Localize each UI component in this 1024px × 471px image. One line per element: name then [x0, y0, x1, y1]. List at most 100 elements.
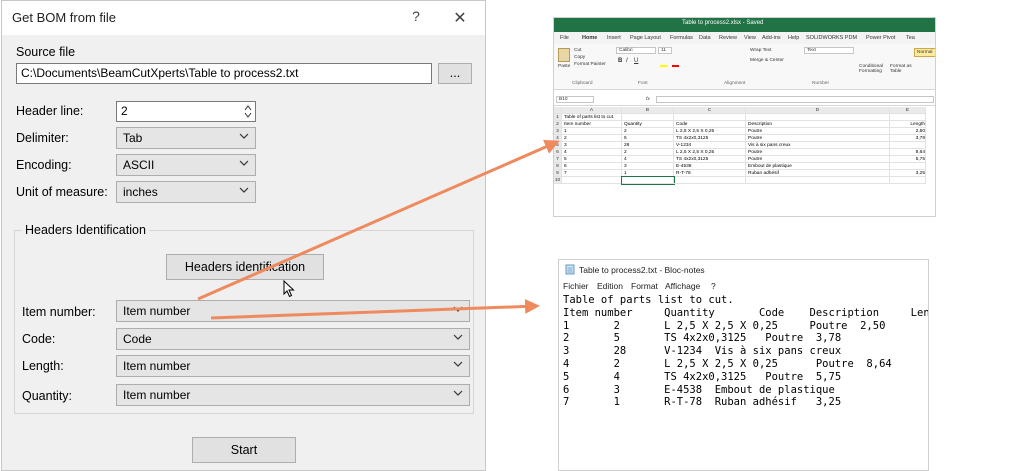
- delimiter-select[interactable]: Tab: [116, 127, 256, 149]
- format-painter-button[interactable]: Format Painter: [574, 62, 606, 67]
- grid-cell[interactable]: 5: [562, 156, 622, 163]
- column-header[interactable]: A: [562, 107, 622, 114]
- grid-cell[interactable]: 1: [562, 128, 622, 135]
- grid-cell[interactable]: 3,78: [890, 135, 926, 142]
- quantity-select[interactable]: Item number: [116, 384, 470, 406]
- grid-cell[interactable]: [890, 142, 926, 149]
- grid-cell[interactable]: 1: [622, 170, 674, 177]
- grid-cell[interactable]: 2: [562, 135, 622, 142]
- tab-home[interactable]: Home: [582, 35, 597, 41]
- grid-cell[interactable]: Item number: [562, 121, 622, 128]
- menu-format[interactable]: Format: [631, 281, 658, 291]
- length-select[interactable]: Item number: [116, 355, 470, 377]
- row-header[interactable]: 1: [554, 114, 562, 121]
- grid-cell[interactable]: 3,25: [890, 170, 926, 177]
- grid-cell[interactable]: Poutre: [746, 149, 890, 156]
- tab-solidworks-pdm[interactable]: SOLIDWORKS PDM: [806, 35, 857, 41]
- style-normal[interactable]: Normal: [914, 48, 935, 57]
- grid-cell[interactable]: [890, 114, 926, 121]
- number-format-select[interactable]: Text: [804, 47, 854, 54]
- grid-cell[interactable]: R-T-78: [674, 170, 746, 177]
- grid-cell[interactable]: Vis à six pans creux: [746, 142, 890, 149]
- tab-team[interactable]: Tea: [906, 35, 915, 41]
- header-line-stepper[interactable]: 2: [116, 101, 256, 122]
- browse-button[interactable]: ...: [438, 63, 472, 84]
- row-header[interactable]: 7: [554, 156, 562, 163]
- grid-cell[interactable]: L 2,5 X 2,5 X 0,25: [674, 149, 746, 156]
- tab-formulas[interactable]: Formulas: [670, 35, 693, 41]
- grid-cell[interactable]: 8,64: [890, 149, 926, 156]
- bold-icon[interactable]: B: [618, 58, 622, 64]
- format-as-table-button[interactable]: Format as Table: [890, 64, 912, 74]
- grid-cell[interactable]: 4: [562, 149, 622, 156]
- unit-select[interactable]: inches: [116, 181, 256, 203]
- grid-cell[interactable]: V-1234: [674, 142, 746, 149]
- grid-cell[interactable]: 2: [622, 128, 674, 135]
- merge-center-button[interactable]: Merge & Center: [750, 58, 784, 63]
- grid-cell[interactable]: Length: [890, 121, 926, 128]
- tab-data[interactable]: Data: [699, 35, 711, 41]
- tab-add-ins[interactable]: Add-ins: [762, 35, 781, 41]
- grid-cell[interactable]: Table of parts list to cut.: [562, 114, 622, 121]
- wrap-text-button[interactable]: Wrap Text: [750, 48, 771, 53]
- tab-help[interactable]: Help: [788, 35, 799, 41]
- grid-cell[interactable]: 5: [622, 135, 674, 142]
- grid-corner[interactable]: [554, 107, 562, 114]
- encoding-select[interactable]: ASCII: [116, 154, 256, 176]
- grid-cell[interactable]: Poutre: [746, 156, 890, 163]
- fill-color-icon[interactable]: [660, 65, 667, 67]
- grid-cell[interactable]: Quantity: [622, 121, 674, 128]
- grid-cell[interactable]: 3: [562, 142, 622, 149]
- grid-cell[interactable]: 2: [622, 149, 674, 156]
- row-header[interactable]: 5: [554, 142, 562, 149]
- font-name-select[interactable]: Calibri: [616, 47, 656, 54]
- menu-fichier[interactable]: Fichier: [563, 281, 589, 291]
- grid-cell[interactable]: [746, 177, 890, 184]
- tab-file[interactable]: File: [560, 35, 569, 41]
- grid-cell[interactable]: [621, 176, 675, 185]
- grid-cell[interactable]: 5,75: [890, 156, 926, 163]
- start-button[interactable]: Start: [192, 437, 296, 463]
- grid-cell[interactable]: [746, 114, 890, 121]
- grid-cell[interactable]: [674, 114, 746, 121]
- menu-affichage[interactable]: Affichage: [665, 281, 700, 291]
- item-number-select[interactable]: Item number: [116, 300, 470, 322]
- row-header[interactable]: 3: [554, 128, 562, 135]
- source-file-input[interactable]: C:\Documents\BeamCutXperts\Table to proc…: [16, 63, 432, 84]
- font-color-icon[interactable]: [672, 65, 679, 67]
- grid-cell[interactable]: [674, 177, 746, 184]
- grid-cell[interactable]: 3: [622, 163, 674, 170]
- formula-input[interactable]: [656, 96, 934, 103]
- grid-cell[interactable]: TS 4x2x0,3125: [674, 156, 746, 163]
- font-size-select[interactable]: 11: [658, 47, 672, 54]
- copy-button[interactable]: Copy: [574, 55, 585, 60]
- conditional-formatting-button[interactable]: Conditional Formatting: [859, 64, 885, 74]
- tab-insert[interactable]: Insert: [607, 35, 621, 41]
- menu-edition[interactable]: Edition: [597, 281, 623, 291]
- row-header[interactable]: 10: [554, 177, 562, 184]
- grid-cell[interactable]: Ruban adhésif: [746, 170, 890, 177]
- column-header[interactable]: B: [622, 107, 674, 114]
- row-header[interactable]: 9: [554, 170, 562, 177]
- grid-cell[interactable]: [890, 177, 926, 184]
- menu-help[interactable]: ?: [711, 281, 716, 291]
- grid-cell[interactable]: 4: [622, 156, 674, 163]
- tab-view[interactable]: View: [744, 35, 756, 41]
- grid-cell[interactable]: 6: [562, 163, 622, 170]
- notepad-text-area[interactable]: Table of parts list to cut. Item number Q…: [563, 294, 928, 409]
- grid-cell[interactable]: 2,50: [890, 128, 926, 135]
- name-box[interactable]: B10: [556, 96, 594, 103]
- row-header[interactable]: 2: [554, 121, 562, 128]
- help-button[interactable]: ?: [406, 8, 426, 28]
- tab-power-pivot[interactable]: Power Pivot: [866, 35, 895, 41]
- code-select[interactable]: Code: [116, 328, 470, 350]
- column-header[interactable]: D: [746, 107, 890, 114]
- tab-page-layout[interactable]: Page Layout: [630, 35, 661, 41]
- grid-cell[interactable]: TS 4x2x0,3125: [674, 135, 746, 142]
- headers-identification-button[interactable]: Headers identification: [166, 254, 324, 280]
- underline-icon[interactable]: U: [634, 58, 638, 64]
- grid-cell[interactable]: [562, 177, 622, 184]
- column-header[interactable]: E: [890, 107, 926, 114]
- column-header[interactable]: C: [674, 107, 746, 114]
- grid-cell[interactable]: L 2,5 X 2,5 X 0,25: [674, 128, 746, 135]
